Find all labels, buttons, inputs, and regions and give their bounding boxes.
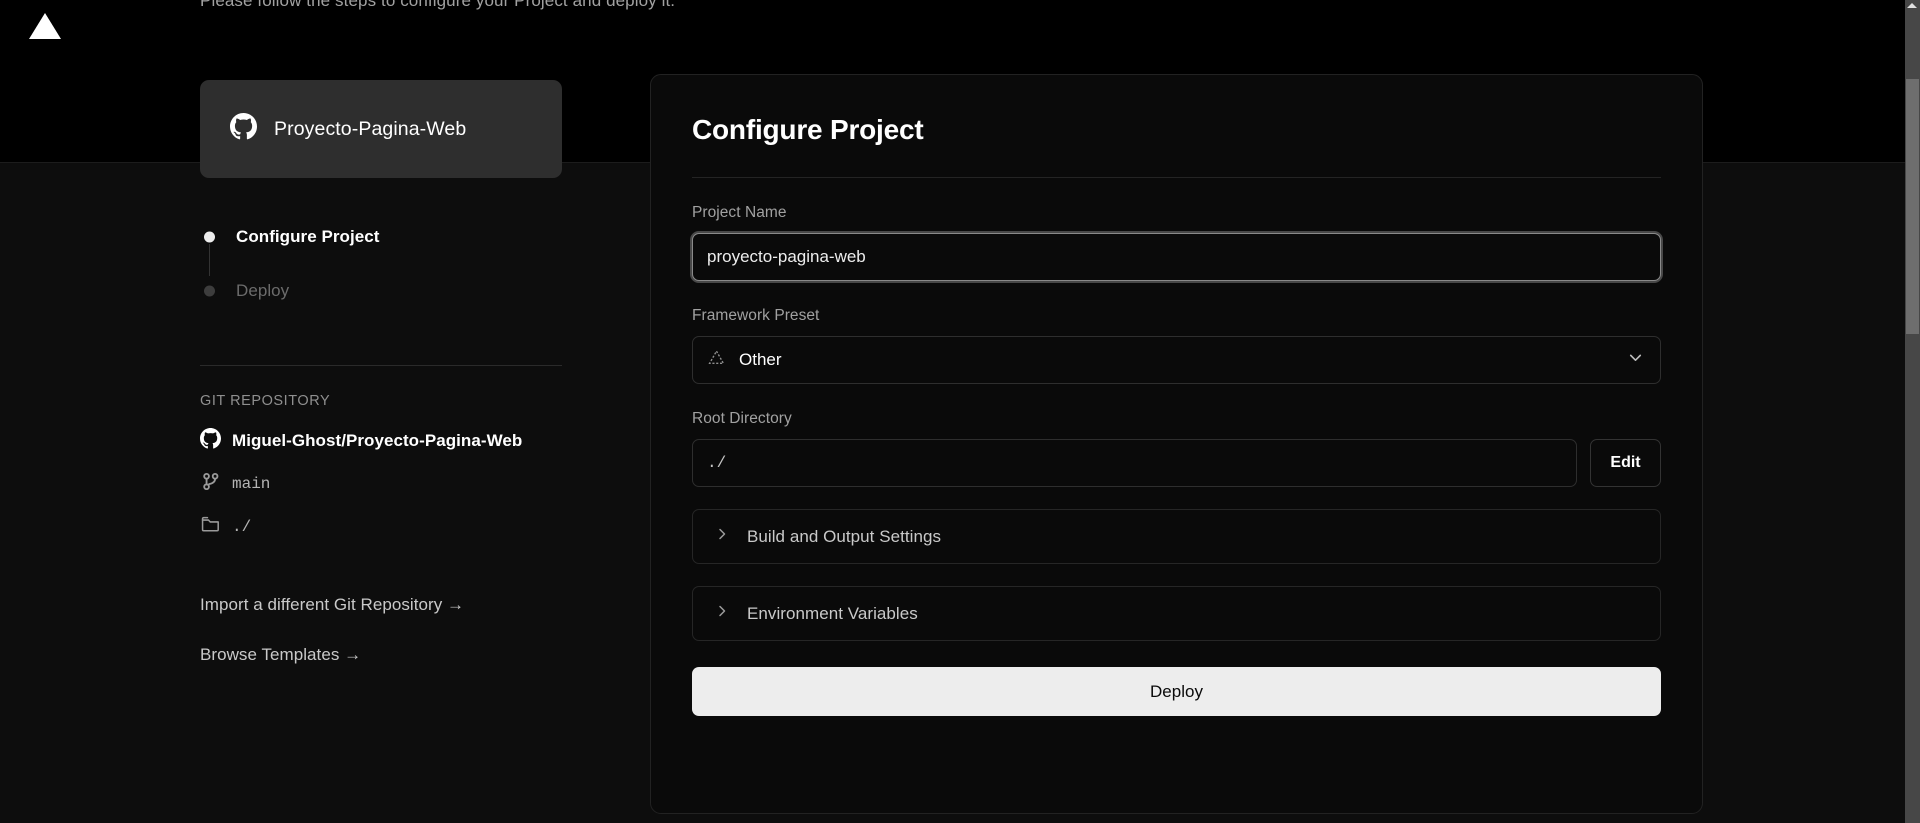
step-dot-inactive [204,285,215,297]
root-directory-field: Root Directory Edit [692,410,1661,487]
root-directory-edit-button[interactable]: Edit [1590,439,1661,487]
root-directory-input[interactable] [692,439,1577,487]
dashed-triangle-icon [707,348,726,372]
github-icon [200,428,221,454]
panel-divider [692,177,1661,178]
git-repository-block: GIT REPOSITORY Miguel-Ghost/Proyecto-Pag… [200,393,562,540]
folder-icon [200,514,221,540]
browse-templates-link[interactable]: Browse Templates → [200,645,562,665]
step-configure-project[interactable]: Configure Project [200,223,562,276]
step-label: Deploy [236,281,290,300]
steps-list: Configure Project Deploy [200,223,562,305]
git-repository-heading: GIT REPOSITORY [200,393,331,409]
sidebar-divider [200,365,562,366]
project-name-input[interactable] [692,233,1661,281]
build-output-settings-accordion[interactable]: Build and Output Settings [692,509,1661,564]
sidebar: Proyecto-Pagina-Web Configure Project De… [200,80,562,665]
step-deploy: Deploy [200,277,562,305]
project-name-label: Project Name [692,204,787,221]
chevron-right-icon [714,526,730,547]
panel-title: Configure Project [692,114,924,145]
git-repo-row: Miguel-Ghost/Proyecto-Pagina-Web [200,428,562,454]
framework-preset-value: Other [739,350,782,369]
selected-repo-card[interactable]: Proyecto-Pagina-Web [200,80,562,178]
framework-preset-label: Framework Preset [692,307,820,324]
project-name-field: Project Name [692,204,1661,281]
accordion-label: Build and Output Settings [747,526,942,546]
step-dot-active [204,231,215,243]
git-branch-name: main [232,475,271,493]
repo-card-name: Proyecto-Pagina-Web [274,117,467,140]
git-branch-row: main [200,471,562,497]
git-directory-row: ./ [200,514,562,540]
root-directory-label: Root Directory [692,410,792,427]
git-directory-path: ./ [232,518,252,536]
github-icon [230,113,257,145]
framework-preset-field: Framework Preset Other [692,307,1661,384]
step-label: Configure Project [236,227,380,246]
chevron-down-icon [1627,349,1644,371]
git-repo-full-name: Miguel-Ghost/Proyecto-Pagina-Web [232,431,523,450]
framework-preset-select[interactable]: Other [692,336,1661,384]
import-different-repo-link[interactable]: Import a different Git Repository → [200,595,562,615]
scrollbar-track[interactable] [1905,0,1920,823]
deploy-button[interactable]: Deploy [692,667,1661,716]
git-branch-icon [200,471,221,497]
accordion-label: Environment Variables [747,603,918,623]
chevron-right-icon [714,603,730,624]
page-subtitle: Please follow the steps to configure you… [200,0,676,10]
environment-variables-accordion[interactable]: Environment Variables [692,586,1661,641]
app-viewport: Please follow the steps to configure you… [0,0,1920,823]
step-connector-line [209,244,210,276]
vercel-triangle-icon[interactable] [28,10,62,40]
sidebar-links: Import a different Git Repository → Brow… [200,595,562,665]
configure-project-panel: Configure Project Project Name Framework… [650,74,1703,814]
scrollbar-thumb[interactable] [1906,79,1919,334]
scrollbar-up-arrow-icon[interactable] [1907,3,1917,8]
